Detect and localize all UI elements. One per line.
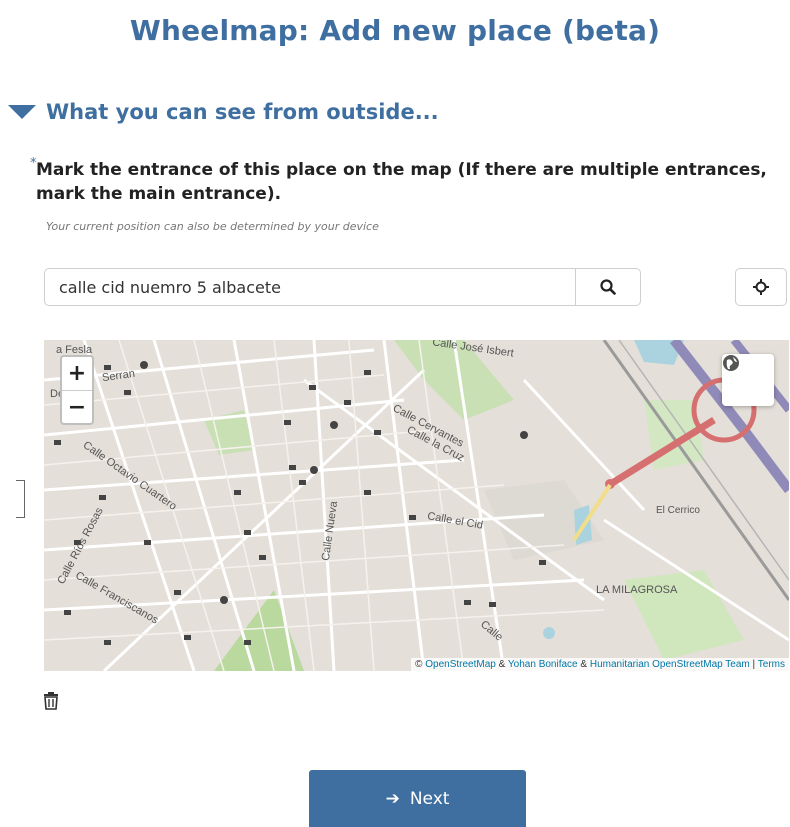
attribution-sep: & <box>580 659 588 670</box>
search-icon <box>600 279 616 295</box>
trash-icon <box>44 692 58 710</box>
bracket-decoration <box>16 480 25 518</box>
page-title: Wheelmap: Add new place (beta) <box>129 14 661 47</box>
entrance-map[interactable]: a Fesla Serran De Calle José Isbert Call… <box>44 340 789 671</box>
zoom-out-button[interactable]: − <box>62 391 92 424</box>
position-hint: Your current position can also be determ… <box>46 220 379 233</box>
map-layer-button[interactable] <box>722 354 774 406</box>
crosshair-icon <box>753 279 769 295</box>
osm-link[interactable]: OpenStreetMap <box>425 659 496 670</box>
entrance-field-label: * Mark the entrance of this place on the… <box>30 156 788 206</box>
search-button[interactable] <box>575 269 640 305</box>
map-label: El Cerrico <box>656 505 700 516</box>
next-button[interactable]: ➔ Next <box>309 770 526 827</box>
hot-link[interactable]: Humanitarian OpenStreetMap Team <box>590 659 750 670</box>
triangle-down-icon <box>8 105 36 119</box>
globe-icon <box>723 355 739 371</box>
terms-link[interactable]: Terms <box>758 659 785 670</box>
arrow-right-icon: ➔ <box>385 788 400 809</box>
required-mark: * <box>30 156 37 171</box>
yohan-boniface-link[interactable]: Yohan Boniface <box>508 659 578 670</box>
section-toggle[interactable]: What you can see from outside... <box>8 100 439 124</box>
map-attribution: © OpenStreetMap & Yohan Boniface & Human… <box>411 658 789 671</box>
delete-marker-button[interactable] <box>43 692 63 712</box>
attribution-sep: & <box>498 659 506 670</box>
map-label: LA MILAGROSA <box>596 584 678 596</box>
zoom-control: + − <box>60 355 94 425</box>
next-label: Next <box>409 788 450 809</box>
address-search-bar <box>44 268 641 306</box>
section-title: What you can see from outside... <box>46 100 439 124</box>
attribution-sep: | <box>752 659 756 670</box>
zoom-in-button[interactable]: + <box>62 357 92 391</box>
address-search-input[interactable] <box>45 269 575 305</box>
locate-me-button[interactable] <box>735 268 787 306</box>
entrance-label-text: Mark the entrance of this place on the m… <box>36 160 767 204</box>
attribution-copyright: © <box>415 659 423 670</box>
